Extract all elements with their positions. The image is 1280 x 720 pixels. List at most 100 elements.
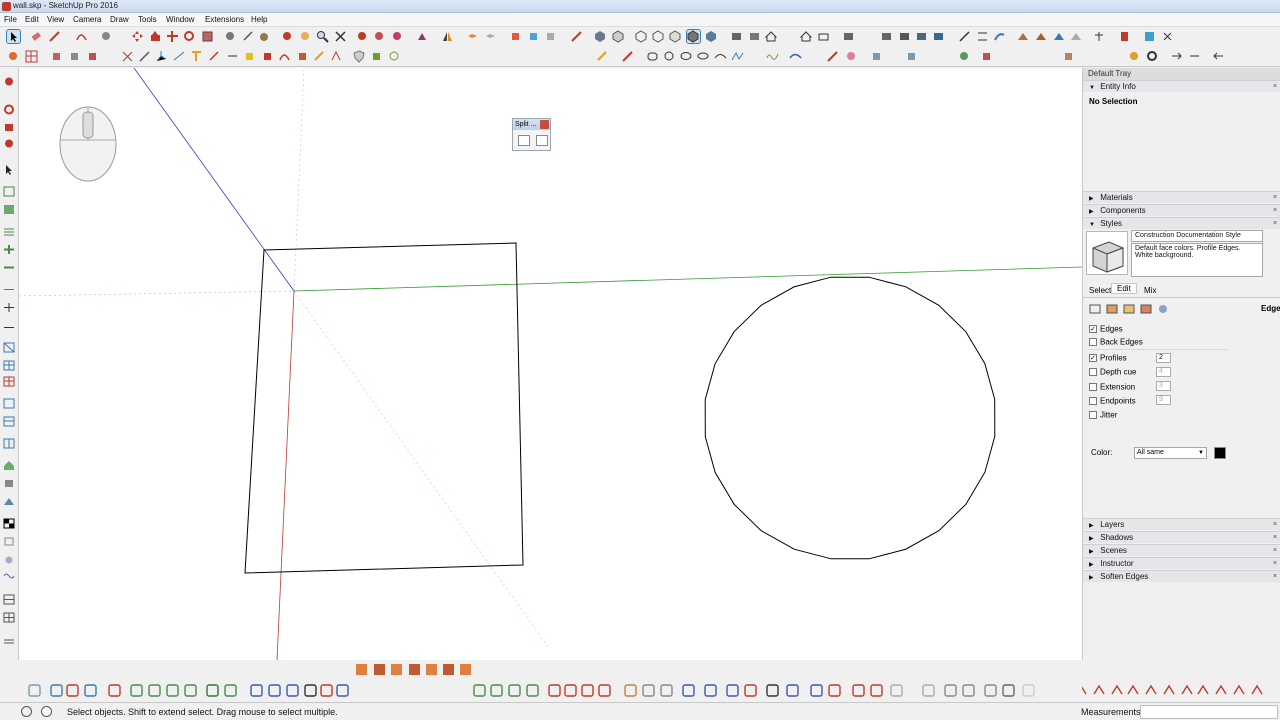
- close-icon[interactable]: ×: [1273, 521, 1280, 528]
- magnet-icon[interactable]: [3, 104, 15, 115]
- bottom-tool-icon[interactable]: [786, 684, 799, 697]
- close-icon[interactable]: [540, 120, 549, 129]
- bottom-tool-icon[interactable]: [130, 684, 143, 697]
- styles-header[interactable]: ▼ Styles ×: [1083, 217, 1280, 229]
- close-icon[interactable]: ×: [1273, 220, 1280, 227]
- bottom-tool-icon[interactable]: [526, 684, 539, 697]
- drop-icon[interactable]: [3, 554, 15, 565]
- pointer-icon[interactable]: [3, 164, 15, 175]
- extension-input[interactable]: 3: [1156, 381, 1171, 391]
- option-extension[interactable]: Extension: [1089, 381, 1135, 392]
- bottom-tool-icon[interactable]: [508, 684, 521, 697]
- bottom-tool-icon[interactable]: [28, 684, 41, 697]
- shaded-style-icon[interactable]: [686, 29, 701, 44]
- extension-tool-icon[interactable]: [409, 664, 420, 675]
- layers-icon[interactable]: [466, 30, 479, 43]
- bottom-right-tool-icon[interactable]: [1215, 684, 1227, 695]
- move-arrows-icon[interactable]: [166, 30, 179, 43]
- arc-tool-icon[interactable]: [75, 30, 88, 43]
- edge-settings-icon[interactable]: [1089, 304, 1101, 314]
- camera-front-icon[interactable]: [748, 30, 761, 43]
- bottom-tool-icon[interactable]: [1022, 684, 1035, 697]
- lines-icon[interactable]: [3, 226, 15, 237]
- spline-tool-icon[interactable]: [714, 50, 727, 63]
- wave-icon[interactable]: [3, 570, 15, 581]
- bottom-right-tool-icon[interactable]: [1233, 684, 1245, 695]
- background-settings-icon[interactable]: [1123, 304, 1135, 314]
- grid-icon[interactable]: [25, 50, 38, 63]
- green-box-icon[interactable]: [3, 204, 15, 215]
- bottom-tool-icon[interactable]: [766, 684, 779, 697]
- checker-icon[interactable]: [3, 518, 15, 529]
- sandbox-icon[interactable]: [570, 30, 583, 43]
- menu-view[interactable]: View: [47, 15, 64, 24]
- close-icon[interactable]: ×: [1273, 534, 1280, 541]
- close-icon[interactable]: ×: [1273, 547, 1280, 554]
- red-circle-icon[interactable]: [3, 138, 15, 149]
- gold-sphere-icon[interactable]: [1128, 50, 1141, 63]
- mesh-tools-icon[interactable]: [1062, 50, 1075, 63]
- group-icon[interactable]: [68, 50, 81, 63]
- bottom-tool-icon[interactable]: [944, 684, 957, 697]
- bottom-tool-icon[interactable]: [962, 684, 975, 697]
- bottom-tool-icon[interactable]: [660, 684, 673, 697]
- green-grid-icon[interactable]: [3, 186, 15, 197]
- bottom-tool-icon[interactable]: [1002, 684, 1015, 697]
- bottom-tool-icon[interactable]: [828, 684, 841, 697]
- extension-tool-icon[interactable]: [391, 664, 402, 675]
- bottom-tool-icon[interactable]: [890, 684, 903, 697]
- paint-bucket-icon[interactable]: [258, 30, 271, 43]
- section-planes-icon[interactable]: [915, 30, 928, 43]
- style-name-field[interactable]: Construction Documentation Style: [1131, 230, 1263, 242]
- materials-header[interactable]: ▶ Materials ×: [1083, 191, 1280, 203]
- dimension-ext-icon[interactable]: [976, 30, 989, 43]
- section-fill-icon[interactable]: [880, 30, 893, 43]
- bottom-right-tool-icon[interactable]: [1181, 684, 1193, 695]
- option-edges[interactable]: ✓ Edges: [1089, 323, 1123, 334]
- bottom-right-tool-icon[interactable]: [1145, 684, 1157, 695]
- bottom-tool-icon[interactable]: [320, 684, 333, 697]
- perspective-icon[interactable]: [817, 30, 830, 43]
- instructor-header[interactable]: ▶ Instructor ×: [1083, 557, 1280, 569]
- line-extend-icon[interactable]: [958, 30, 971, 43]
- close-icon[interactable]: ×: [1273, 194, 1280, 201]
- entity-info-header[interactable]: ▼ Entity Info ×: [1083, 80, 1280, 92]
- arrow-left-icon[interactable]: [1212, 50, 1225, 63]
- bottom-right-tool-icon[interactable]: [1127, 684, 1139, 695]
- warehouse-icon[interactable]: [356, 30, 369, 43]
- tab-edit[interactable]: Edit: [1111, 283, 1137, 294]
- bottom-tool-icon[interactable]: [598, 684, 611, 697]
- extension-tool-icon[interactable]: [426, 664, 437, 675]
- edges-checkbox[interactable]: ✓: [1089, 324, 1097, 333]
- eraser-tool-icon[interactable]: [29, 30, 42, 43]
- bottom-tool-icon[interactable]: [286, 684, 299, 697]
- tab-mix[interactable]: Mix: [1144, 286, 1156, 295]
- push-pull-tool-icon[interactable]: [149, 30, 162, 43]
- bottom-tool-icon[interactable]: [490, 684, 503, 697]
- pan-tool-icon[interactable]: [299, 30, 312, 43]
- solid-cube-icon[interactable]: [870, 50, 883, 63]
- red-tag-icon[interactable]: [3, 122, 15, 133]
- freehand-icon[interactable]: [766, 50, 779, 63]
- view-iso-icon[interactable]: [594, 30, 607, 43]
- split-option-alt-icon[interactable]: [536, 135, 548, 146]
- select-tool-icon[interactable]: [6, 29, 21, 44]
- shaded-textures-style-icon[interactable]: [705, 30, 718, 43]
- color-mode-select[interactable]: All same ▼: [1134, 447, 1207, 459]
- curve-tool-icon[interactable]: [278, 50, 291, 63]
- arrow-right-icon[interactable]: [1170, 50, 1183, 63]
- sandbox-drape-icon[interactable]: [1053, 30, 1066, 43]
- tag-icon[interactable]: [3, 536, 15, 547]
- bottom-tool-icon[interactable]: [148, 684, 161, 697]
- split-option-icon[interactable]: [518, 135, 530, 146]
- depth-cue-input[interactable]: 4: [1156, 367, 1171, 377]
- joint-push-pull-icon[interactable]: [296, 50, 309, 63]
- slash-box-icon[interactable]: [3, 342, 15, 353]
- component-icon[interactable]: [50, 50, 63, 63]
- scale-balance-icon[interactable]: [1093, 30, 1106, 43]
- dash-lines-icon[interactable]: [3, 636, 15, 647]
- window-frame-icon[interactable]: [3, 438, 15, 449]
- bottom-tool-icon[interactable]: [984, 684, 997, 697]
- section-view-icon[interactable]: [932, 30, 945, 43]
- close-icon[interactable]: ×: [1273, 207, 1280, 214]
